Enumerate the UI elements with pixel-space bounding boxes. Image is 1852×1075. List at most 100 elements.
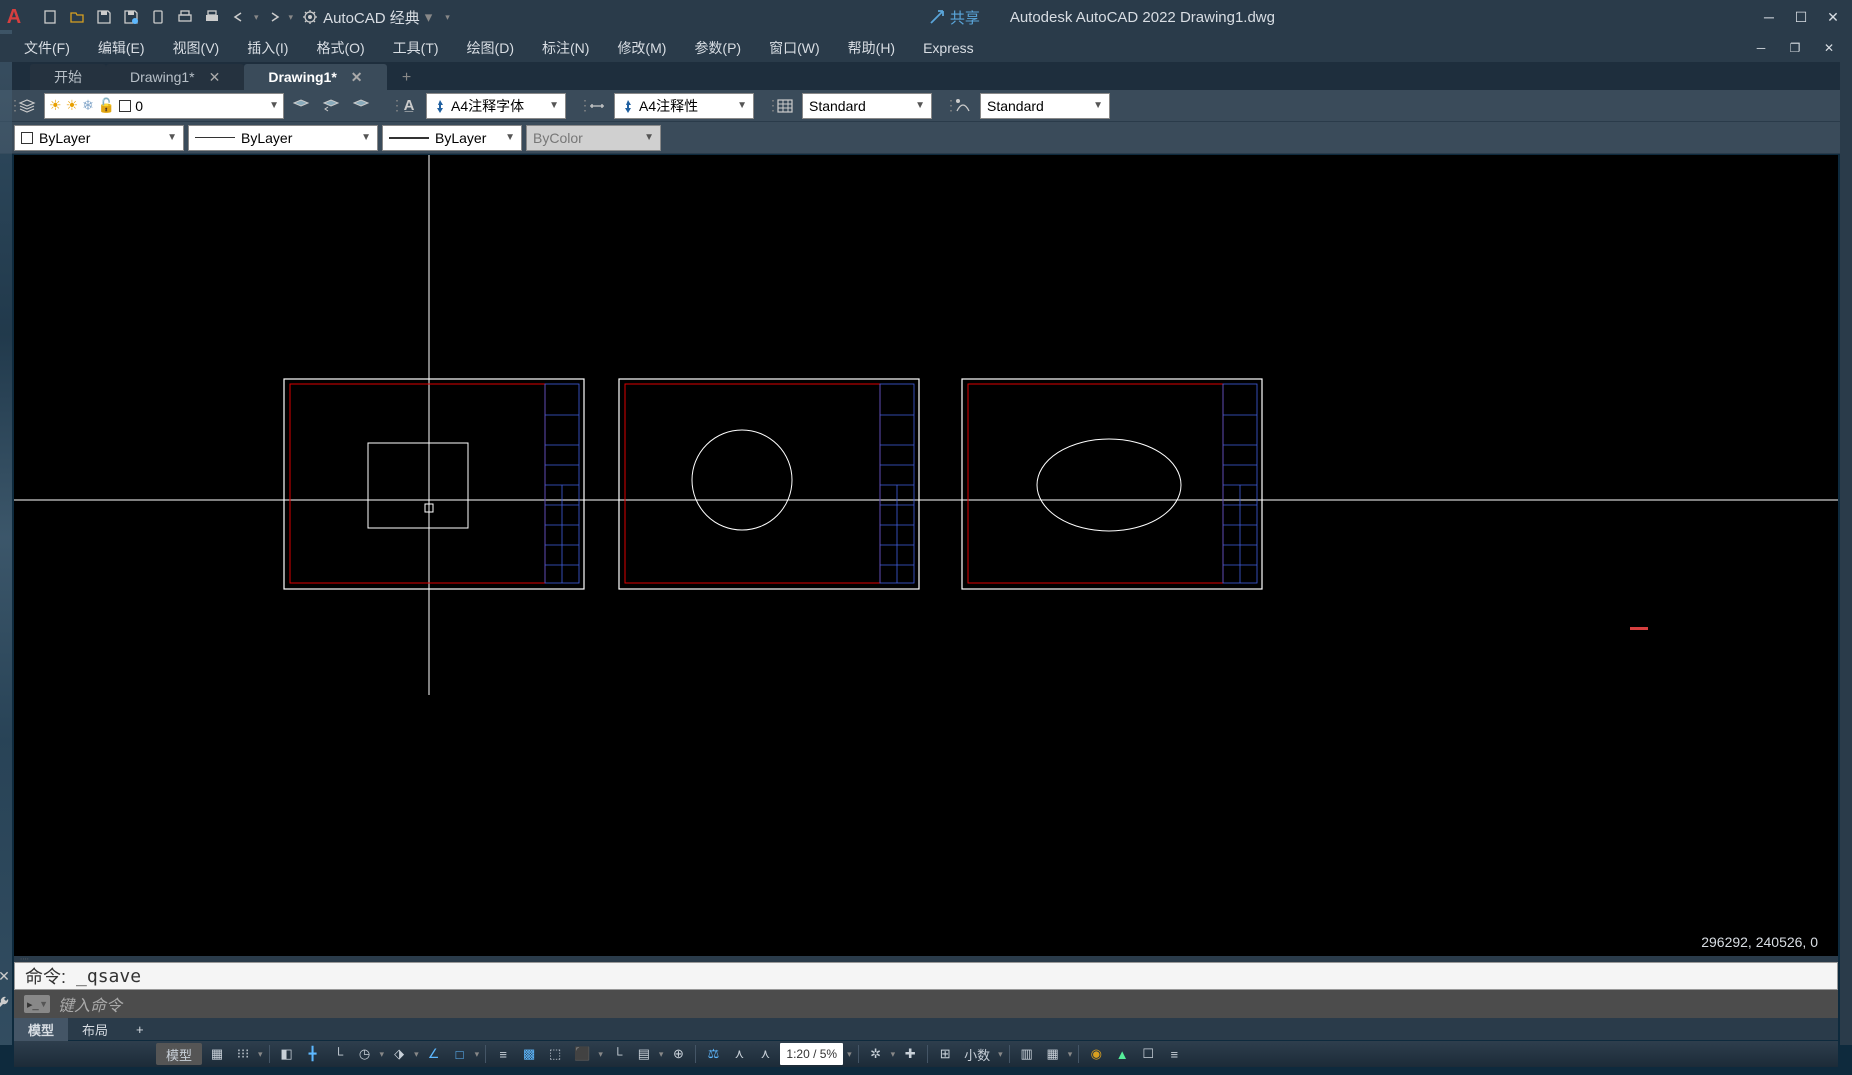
menu-view[interactable]: 视图(V) (159, 36, 234, 60)
dimstyle-icon[interactable] (584, 93, 610, 119)
layer-dropdown[interactable]: ☀ ☀ ❄ 🔓 0 ▼ (44, 93, 284, 119)
lock-icon: 🔓 (98, 97, 115, 114)
app-logo-icon[interactable]: A (4, 7, 24, 27)
3dosnap-icon[interactable]: ⬛ (570, 1043, 594, 1065)
infer-constraints-icon[interactable]: ◧ (276, 1043, 298, 1065)
isodraft-icon[interactable]: ⬗ (388, 1043, 410, 1065)
tab-start[interactable]: 开始 (30, 64, 106, 90)
workspace-switching-icon[interactable]: ✲ (865, 1043, 887, 1065)
layout-tab-layout[interactable]: 布局 (68, 1018, 122, 1041)
plotstyle-dropdown[interactable]: ByColor ▼ (526, 125, 661, 151)
color-dropdown[interactable]: ByLayer ▼ (14, 125, 184, 151)
drawing-canvas[interactable] (14, 155, 1838, 970)
layer-state-icon[interactable] (348, 93, 374, 119)
share-button[interactable]: 共享 (929, 7, 980, 28)
grid-icon[interactable]: ▦ (206, 1043, 228, 1065)
lineweight-dropdown[interactable]: ByLayer ▼ (382, 125, 522, 151)
save-icon[interactable] (92, 5, 116, 29)
osnap-2d-icon[interactable]: □ (449, 1043, 471, 1065)
menu-draw[interactable]: 绘图(D) (453, 36, 528, 60)
minimize-icon[interactable]: ─ (1754, 5, 1784, 29)
lock-ui-icon[interactable]: ▦ (1042, 1043, 1064, 1065)
model-space-button[interactable]: 模型 (156, 1043, 202, 1065)
tablestyle-dropdown[interactable]: Standard ▼ (802, 93, 932, 119)
freeze-icon: ❄ (82, 97, 94, 114)
cmd-close-icon[interactable]: ✕ (0, 968, 11, 985)
close-icon[interactable]: ✕ (1818, 5, 1848, 29)
polar-icon[interactable]: ◷ (354, 1043, 376, 1065)
tab-drawing1-2[interactable]: Drawing1* ✕ (244, 64, 386, 90)
menu-express[interactable]: Express (909, 38, 988, 58)
transparency-icon[interactable]: ▩ (518, 1043, 540, 1065)
tab-close-icon[interactable]: ✕ (209, 69, 221, 86)
menu-modify[interactable]: 修改(M) (603, 36, 680, 60)
hardware-accel-icon[interactable]: ▲ (1111, 1043, 1133, 1065)
snap-icon[interactable]: ⁝⁝⁝ (232, 1043, 254, 1065)
print-icon[interactable] (200, 5, 224, 29)
web-mobile-icon[interactable] (146, 5, 170, 29)
chevron-down-icon: ▼ (167, 132, 177, 143)
auto-scale-icon[interactable]: ⋏ (728, 1043, 750, 1065)
maximize-icon[interactable]: ☐ (1786, 5, 1816, 29)
tablestyle-icon[interactable] (772, 93, 798, 119)
doc-close-icon[interactable]: ✕ (1814, 36, 1844, 60)
lineweight-toggle-icon[interactable]: ≡ (492, 1043, 514, 1065)
layout-tab-model[interactable]: 模型 (14, 1018, 68, 1041)
menu-edit[interactable]: 编辑(E) (84, 36, 159, 60)
dimstyle-dropdown[interactable]: A4注释性 ▼ (614, 93, 754, 119)
titlebar-center: 共享 Autodesk AutoCAD 2022 Drawing1.dwg (450, 7, 1754, 28)
menu-help[interactable]: 帮助(H) (834, 36, 909, 60)
layer-properties-icon[interactable] (14, 93, 40, 119)
saveas-icon[interactable] (119, 5, 143, 29)
doc-tabs: 开始 Drawing1* ✕ Drawing1* ✕ + (0, 62, 1852, 90)
mlstyle-icon[interactable] (950, 93, 976, 119)
clean-screen-icon[interactable]: ☐ (1137, 1043, 1159, 1065)
open-icon[interactable] (65, 5, 89, 29)
annotation-scale-dropdown[interactable]: 1:20 / 5% (780, 1043, 843, 1065)
isolate-objects-icon[interactable]: ◉ (1085, 1043, 1107, 1065)
layout-tab-add[interactable]: + (122, 1020, 158, 1039)
titlebar: A ▾ ▾ AutoCAD 经典 ▾ ▾ 共享 Autodesk AutoCAD… (0, 0, 1852, 34)
selection-cycling-icon[interactable]: ⬚ (544, 1043, 566, 1065)
textstyle-dropdown[interactable]: A4注释字体 ▼ (426, 93, 566, 119)
osnap-track-icon[interactable]: ∠ (423, 1043, 445, 1065)
mlstyle-dropdown[interactable]: Standard ▼ (980, 93, 1110, 119)
dynamic-input-icon[interactable]: ╋ (302, 1043, 324, 1065)
annotation-scale-icon[interactable]: ⋏ (754, 1043, 776, 1065)
quick-properties-icon[interactable]: ▥ (1016, 1043, 1038, 1065)
redo-icon[interactable] (262, 5, 286, 29)
gizmo-icon[interactable]: ⊕ (667, 1043, 689, 1065)
menu-parametric[interactable]: 参数(P) (680, 36, 755, 60)
tab-drawing1-1[interactable]: Drawing1* ✕ (106, 64, 244, 90)
cmd-history[interactable]: ✕ 命令: _qsave (14, 962, 1838, 990)
chevron-down-icon: ▼ (361, 132, 371, 143)
menu-insert[interactable]: 插入(I) (233, 36, 302, 60)
workspace-dropdown[interactable]: AutoCAD 经典 ▾ (296, 7, 438, 28)
linetype-dropdown[interactable]: ByLayer ▼ (188, 125, 378, 151)
menu-dimension[interactable]: 标注(N) (528, 36, 603, 60)
undo-icon[interactable] (227, 5, 251, 29)
units-icon[interactable]: ⊞ (934, 1043, 956, 1065)
layer-match-icon[interactable] (288, 93, 314, 119)
annotation-monitor-icon[interactable]: ✚ (899, 1043, 921, 1065)
new-icon[interactable] (38, 5, 62, 29)
plot-icon[interactable] (173, 5, 197, 29)
layer-prev-icon[interactable] (318, 93, 344, 119)
annotation-visibility-icon[interactable]: ⚖ (702, 1043, 724, 1065)
menu-format[interactable]: 格式(O) (302, 36, 378, 60)
customization-icon[interactable]: ≡ (1163, 1043, 1185, 1065)
wrench-icon[interactable] (0, 995, 10, 1014)
doc-restore-icon[interactable]: ❐ (1780, 36, 1810, 60)
menu-tools[interactable]: 工具(T) (379, 36, 453, 60)
menu-window[interactable]: 窗口(W) (755, 36, 834, 60)
select-filter-icon[interactable]: ▤ (633, 1043, 655, 1065)
menu-file[interactable]: 文件(F) (10, 36, 84, 60)
dynamic-ucs-icon[interactable]: └ (607, 1043, 629, 1065)
textstyle-icon[interactable]: A̲ (396, 93, 422, 119)
cmd-input[interactable]: ▸_ ▼ 键入命令 (14, 990, 1838, 1018)
tab-label: 开始 (54, 67, 82, 87)
tab-add-button[interactable]: + (395, 66, 419, 90)
doc-minimize-icon[interactable]: ─ (1746, 36, 1776, 60)
ortho-icon[interactable]: └ (328, 1043, 350, 1065)
tab-close-icon[interactable]: ✕ (351, 69, 363, 86)
